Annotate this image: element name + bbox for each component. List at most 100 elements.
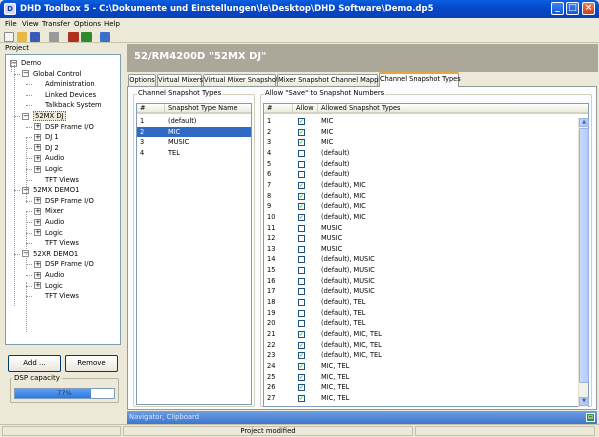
vertical-scrollbar[interactable]: ▲ ▼: [578, 118, 589, 407]
snapshot-number-row[interactable]: 12 MUSIC: [264, 233, 578, 244]
tab-virtual-mixers[interactable]: Virtual Mixers: [157, 74, 203, 86]
tree-node[interactable]: DJ 1: [45, 132, 59, 142]
allow-checkbox[interactable]: ✓: [298, 331, 305, 338]
scroll-down-arrow[interactable]: ▼: [579, 397, 589, 406]
connect-device-icon[interactable]: [68, 32, 79, 42]
allow-checkbox[interactable]: ✓: [298, 352, 305, 360]
column-header-type-name[interactable]: Snapshot Type Name: [165, 104, 251, 114]
tree-node[interactable]: TFT Views: [45, 175, 79, 185]
open-folder-icon[interactable]: [17, 32, 27, 42]
snapshot-number-row[interactable]: 11 MUSIC: [264, 223, 578, 234]
expand-icon[interactable]: +: [34, 207, 41, 215]
allow-checkbox[interactable]: [298, 309, 305, 317]
tree-node[interactable]: Audio: [45, 217, 64, 227]
menu-file[interactable]: File: [5, 19, 17, 29]
allow-checkbox[interactable]: ✓: [298, 384, 305, 392]
allow-checkbox[interactable]: ✓: [298, 213, 305, 221]
minimize-button[interactable]: _: [551, 2, 564, 15]
allow-checkbox[interactable]: ✓: [298, 341, 305, 349]
column-header-number[interactable]: #: [137, 104, 165, 114]
allow-checkbox[interactable]: [298, 256, 305, 264]
collapse-icon[interactable]: −: [22, 70, 29, 78]
allow-checkbox[interactable]: ✓: [298, 373, 305, 381]
close-button[interactable]: ×: [582, 2, 595, 15]
snapshot-number-row[interactable]: 21 ✓ (default), MIC, TEL: [264, 329, 578, 340]
snapshot-number-row[interactable]: 27 ✓ MIC, TEL: [264, 393, 578, 404]
column-header-number[interactable]: #: [264, 104, 293, 114]
print-icon[interactable]: [49, 32, 59, 42]
snapshot-types-list[interactable]: # Snapshot Type Name 1 (default) 2 MIC 3 MUSI…: [136, 103, 252, 405]
snapshot-number-row[interactable]: 7 ✓ (default), MIC: [264, 180, 578, 191]
expand-icon[interactable]: +: [34, 218, 41, 226]
snapshot-type-row[interactable]: 2 MIC: [137, 126, 251, 138]
snapshot-number-row[interactable]: 14 (default), MUSIC: [264, 254, 578, 265]
scroll-up-arrow[interactable]: ▲: [579, 118, 589, 127]
tree-node[interactable]: DJ 2: [45, 143, 59, 153]
snapshot-number-row[interactable]: 24 ✓ MIC, TEL: [264, 361, 578, 372]
expand-icon[interactable]: +: [34, 133, 41, 141]
tree-node[interactable]: DSP Frame I/O: [45, 259, 94, 269]
tree-node[interactable]: Logic: [45, 281, 63, 291]
allow-checkbox[interactable]: [298, 245, 305, 253]
tree-node[interactable]: Linked Devices: [45, 90, 96, 100]
tree-node[interactable]: Audio: [45, 153, 64, 163]
save-icon[interactable]: [30, 32, 40, 42]
window-layout-icon[interactable]: [100, 32, 110, 42]
allow-checkbox[interactable]: [298, 171, 305, 179]
navigator-toggle-icon[interactable]: ⊟: [586, 413, 595, 422]
snapshot-type-row[interactable]: 4 TEL: [137, 148, 251, 159]
allow-checkbox[interactable]: ✓: [298, 394, 305, 402]
expand-icon[interactable]: +: [34, 260, 41, 268]
snapshot-number-row[interactable]: 16 (default), MUSIC: [264, 276, 578, 287]
allow-checkbox[interactable]: [298, 267, 305, 275]
navigator-bar[interactable]: Navigator, Clipboard: [127, 411, 597, 424]
tab-options[interactable]: Options: [128, 74, 156, 86]
expand-icon[interactable]: +: [34, 282, 41, 290]
column-header-allowed-types[interactable]: Allowed Snapshot Types: [318, 104, 588, 114]
tree-node[interactable]: TFT Views: [45, 291, 79, 301]
snapshot-number-row[interactable]: 10 ✓ (default), MIC: [264, 212, 578, 223]
allow-checkbox[interactable]: ✓: [298, 128, 305, 136]
tree-node[interactable]: Audio: [45, 270, 64, 280]
expand-icon[interactable]: +: [34, 154, 41, 162]
tree-node[interactable]: 52MX DEMO1: [33, 185, 79, 195]
snapshot-number-row[interactable]: 18 (default), TEL: [264, 297, 578, 308]
allow-checkbox[interactable]: [298, 149, 305, 157]
remove-button[interactable]: Remove: [65, 355, 118, 372]
device-settings-icon[interactable]: [81, 32, 92, 42]
snapshot-type-row[interactable]: 3 MUSIC: [137, 137, 251, 148]
snapshot-type-row[interactable]: 1 (default): [137, 116, 251, 127]
collapse-icon[interactable]: −: [22, 112, 29, 120]
snapshot-number-row[interactable]: 22 ✓ (default), MIC, TEL: [264, 340, 578, 351]
allow-checkbox[interactable]: ✓: [298, 203, 305, 211]
tree-node[interactable]: TFT Views: [45, 238, 79, 248]
snapshot-number-row[interactable]: 9 ✓ (default), MIC: [264, 201, 578, 212]
add-button[interactable]: Add ...: [8, 355, 61, 372]
snapshot-number-row[interactable]: 1 ✓ MIC: [264, 116, 578, 127]
tree-node[interactable]: Logic: [45, 164, 63, 174]
snapshot-number-row[interactable]: 13 MUSIC: [264, 244, 578, 255]
allow-checkbox[interactable]: ✓: [298, 181, 305, 189]
tab-mixer-snapshot-channel-mapping[interactable]: Mixer Snapshot Channel Mapping: [277, 74, 388, 86]
expand-icon[interactable]: +: [34, 123, 41, 131]
allow-checkbox[interactable]: [298, 288, 305, 296]
snapshot-number-row[interactable]: 4 (default): [264, 148, 578, 159]
tree-node[interactable]: Demo: [21, 58, 41, 68]
tree-node[interactable]: Global Control: [33, 69, 81, 79]
scroll-thumb[interactable]: [579, 128, 589, 383]
menu-view[interactable]: View: [22, 19, 39, 29]
snapshot-number-row[interactable]: 5 (default): [264, 159, 578, 170]
expand-icon[interactable]: +: [34, 165, 41, 173]
tree-node[interactable]: DSP Frame I/O: [45, 196, 94, 206]
snapshot-number-row[interactable]: 3 ✓ MIC: [264, 137, 578, 148]
snapshot-number-row[interactable]: 20 (default), TEL: [264, 318, 578, 329]
expand-icon[interactable]: +: [34, 229, 41, 237]
snapshot-number-row[interactable]: 2 ✓ MIC: [264, 127, 578, 138]
expand-icon[interactable]: +: [34, 144, 41, 152]
expand-icon[interactable]: +: [34, 271, 41, 279]
snapshot-number-row[interactable]: 6 (default): [264, 169, 578, 180]
tree-node[interactable]: Mixer: [45, 206, 64, 216]
tree-node[interactable]: DSP Frame I/O: [45, 122, 94, 132]
tree-node[interactable]: Administration: [45, 79, 95, 89]
project-tree[interactable]: − Demo − Global Control Administration Linked…: [5, 54, 121, 345]
